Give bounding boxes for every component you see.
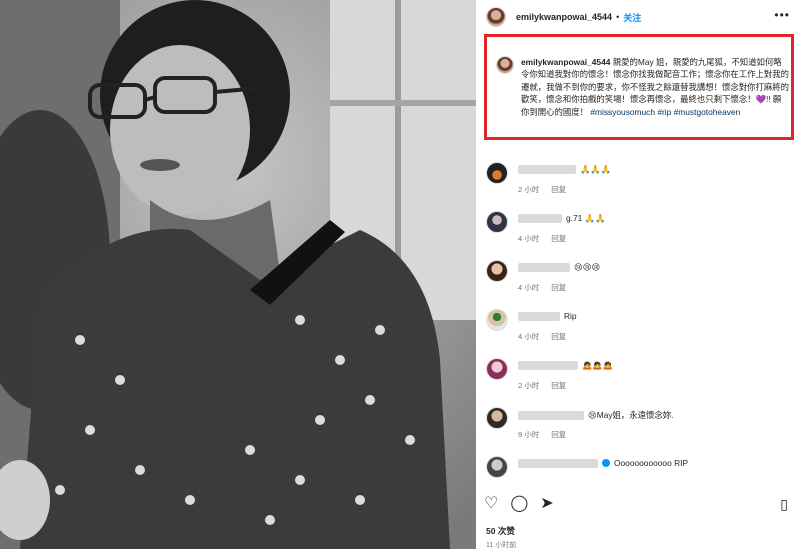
commenter-avatar[interactable] (486, 309, 508, 331)
commenter-avatar[interactable] (486, 358, 508, 380)
commenter-avatar[interactable] (486, 162, 508, 184)
comment-item: Oooooooooooo RIP (486, 450, 796, 498)
dot-separator: • (616, 12, 620, 22)
caption-highlight-box: emilykwanpowai_4544 親愛的May 姐，親愛的九尾狐，不知道如… (484, 34, 794, 140)
comment-time: 4 小时 (518, 332, 540, 341)
share-icon[interactable]: ➤ (540, 496, 553, 512)
reply-button[interactable]: 回复 (551, 429, 566, 440)
reply-button[interactable]: 回复 (551, 184, 566, 195)
comment-text: Oooooooooooo RIP (614, 458, 689, 468)
commenter-name-redacted[interactable] (518, 458, 598, 468)
heart-icon[interactable]: ♡ (484, 496, 498, 512)
comment-text: Rip (564, 311, 577, 321)
comment-item: Rip 4 小时 回复 (486, 303, 796, 351)
reply-button[interactable]: 回复 (551, 331, 566, 342)
comment-item: 🙇🙇🙇 2 小时 回复 (486, 352, 796, 400)
bookmark-icon[interactable]: ▯ (780, 496, 788, 513)
purple-heart-icon: 💜 (755, 94, 766, 105)
more-options-icon[interactable]: ••• (774, 8, 790, 22)
like-count[interactable]: 50 次赞 (486, 525, 515, 537)
reply-button[interactable]: 回复 (551, 282, 566, 293)
comment-text: g.71 🙏🙏 (566, 213, 606, 223)
comment-item: 🙏🙏🙏 2 小时 回复 (486, 156, 796, 204)
comment-time: 4 小时 (518, 234, 540, 243)
caption-avatar[interactable] (496, 56, 514, 74)
comment-time: 9 小时 (518, 430, 540, 439)
caption-hashtags[interactable]: #missyousomuch #rip #mustgotoheaven (590, 107, 740, 117)
commenter-avatar[interactable] (486, 211, 508, 233)
post-header: emilykwanpowai_4544 • 关注 ••• (476, 0, 800, 34)
reply-button[interactable]: 回复 (551, 233, 566, 244)
commenter-name-redacted[interactable] (518, 311, 560, 321)
comment-text: 🙇🙇🙇 (582, 360, 614, 370)
author-avatar[interactable] (486, 7, 506, 27)
comment-text: 😢May姐，永遠懷念妳. (588, 410, 674, 420)
commenter-name-redacted[interactable] (518, 214, 562, 223)
comment-item: g.71 🙏🙏 4 小时 回复 (486, 205, 796, 253)
comment-item: 😢😢😢 4 小时 回复 (486, 254, 796, 302)
comment-item: 😢May姐，永遠懷念妳. 9 小时 回复 (486, 401, 796, 449)
comment-time: 2 小时 (518, 185, 540, 194)
post-timestamp: 11 小时前 (486, 542, 517, 549)
caption-username[interactable]: emilykwanpowai_4544 (521, 57, 610, 67)
reply-button[interactable]: 回复 (551, 380, 566, 391)
comment-text: 🙏🙏🙏 (580, 164, 612, 174)
comment-time: 4 小时 (518, 283, 540, 292)
commenter-name-redacted[interactable] (518, 262, 570, 272)
follow-button[interactable]: 关注 (623, 11, 641, 24)
commenter-avatar[interactable] (486, 456, 508, 478)
comment-text: 😢😢😢 (574, 262, 601, 272)
commenter-name-redacted[interactable] (518, 361, 578, 370)
comment-icon[interactable]: ◯ (510, 496, 528, 512)
commenter-avatar[interactable] (486, 407, 508, 429)
post-photo (0, 0, 476, 549)
author-username[interactable]: emilykwanpowai_4544 (516, 12, 612, 22)
commenter-name-redacted[interactable] (518, 410, 584, 420)
commenter-avatar[interactable] (486, 260, 508, 282)
post-actions: ♡ ◯ ➤ (484, 496, 554, 512)
verified-badge-icon (602, 459, 610, 467)
caption: emilykwanpowai_4544 親愛的May 姐，親愛的九尾狐，不知道如… (521, 56, 789, 118)
comment-time: 2 小时 (518, 381, 540, 390)
post-sidebar: emilykwanpowai_4544 • 关注 ••• emilykwanpo… (476, 0, 800, 549)
commenter-name-redacted[interactable] (518, 165, 576, 174)
